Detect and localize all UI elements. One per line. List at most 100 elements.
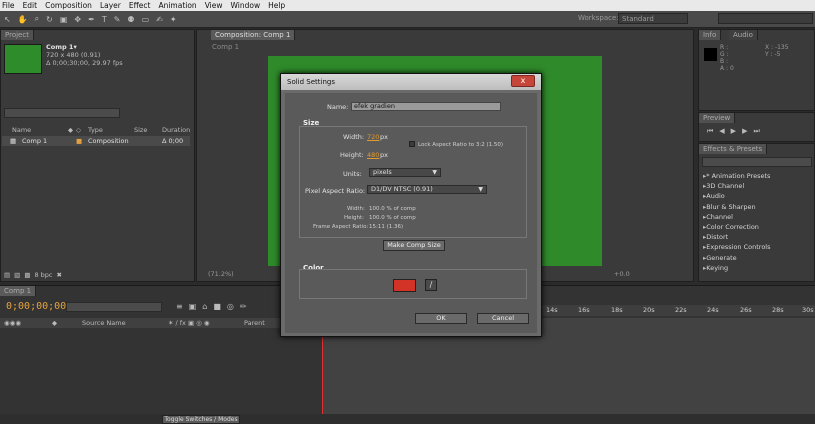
width-value[interactable]: 720: [367, 133, 379, 141]
current-time-display[interactable]: 0;00;00;00: [6, 301, 66, 312]
effect-category[interactable]: Distort: [700, 232, 813, 242]
layer-switches-icons: ✶ ∕ fx ▣ ◎ ◉: [168, 319, 210, 327]
effect-category[interactable]: Expression Controls: [700, 242, 813, 252]
menu-view[interactable]: View: [205, 1, 223, 10]
ok-button[interactable]: OK: [415, 313, 467, 324]
comp-thumbnail: [4, 44, 42, 74]
workspace-select[interactable]: Standard: [618, 13, 688, 24]
effect-category[interactable]: Color Correction: [700, 222, 813, 232]
project-item-comp-1[interactable]: ▦ Comp 1 ■ Composition Δ 0;00: [2, 136, 190, 146]
frame-aspect-value: 15:11 (1.36): [369, 224, 404, 230]
ruler-tick: 30s: [802, 306, 814, 314]
effect-category[interactable]: Channel: [700, 212, 813, 222]
new-folder-icon[interactable]: ▧: [14, 271, 20, 279]
close-button[interactable]: x: [511, 75, 535, 87]
eraser-tool-icon[interactable]: ▭: [142, 15, 150, 24]
col-duration[interactable]: Duration: [162, 126, 190, 134]
camera-tool-icon[interactable]: ▣: [60, 15, 68, 24]
preview-controls[interactable]: ⏮◀▶▶⏭: [707, 127, 766, 136]
col-type[interactable]: Type: [88, 126, 103, 134]
comp-breadcrumb[interactable]: Comp 1: [212, 43, 239, 51]
zoom-tool-icon[interactable]: ⌕: [35, 14, 39, 24]
col-size[interactable]: Size: [134, 126, 147, 134]
effect-category[interactable]: * Animation Presets: [700, 171, 813, 181]
solid-settings-dialog: Solid Settings x Name: efek gradien Size…: [280, 73, 542, 337]
timeline-search-input[interactable]: [66, 302, 162, 312]
text-tool-icon[interactable]: T: [102, 15, 107, 24]
workspace-label: Workspace:: [578, 14, 619, 22]
ruler-tick: 24s: [707, 306, 719, 314]
col-name[interactable]: Name: [12, 126, 31, 134]
hand-tool-icon[interactable]: ✋: [18, 15, 28, 24]
rotate-tool-icon[interactable]: ↻: [46, 15, 53, 24]
tab-composition[interactable]: Composition: Comp 1: [211, 30, 296, 40]
interpret-footage-icon[interactable]: ▤: [4, 271, 10, 279]
col-parent[interactable]: Parent: [244, 319, 265, 327]
effect-category[interactable]: Audio: [700, 191, 813, 201]
tab-project[interactable]: Project: [1, 30, 34, 40]
make-comp-size-button[interactable]: Make Comp Size: [383, 240, 445, 251]
roto-tool-icon[interactable]: ✍: [156, 15, 163, 24]
tab-audio[interactable]: Audio: [729, 30, 758, 40]
effect-category[interactable]: Blur & Sharpen: [700, 202, 813, 212]
tab-timeline-comp-1[interactable]: Comp 1: [0, 286, 37, 296]
menu-edit[interactable]: Edit: [23, 1, 38, 10]
tag-icon: ◇: [76, 126, 81, 134]
dialog-body: Name: efek gradien Size Width: 720 px Lo…: [285, 93, 537, 333]
help-search-input[interactable]: [718, 13, 813, 24]
new-comp-icon[interactable]: ▩: [24, 271, 30, 279]
menu-effect[interactable]: Effect: [129, 1, 151, 10]
trash-icon[interactable]: ✖: [57, 271, 62, 279]
comp-name: Comp 1▾: [46, 43, 77, 51]
comp-height-value: 100.0 % of comp: [369, 215, 416, 221]
item-name: Comp 1: [22, 137, 48, 145]
ruler-tick: 28s: [772, 306, 784, 314]
brush-tool-icon[interactable]: ✎: [114, 15, 121, 24]
timeline-switches[interactable]: ≡▣⌂■◎✏: [176, 302, 253, 311]
info-xy: X : -135 Y : -5: [765, 44, 789, 58]
effect-category[interactable]: 3D Channel: [700, 181, 813, 191]
dialog-title: Solid Settings: [281, 74, 541, 90]
tab-effects-presets[interactable]: Effects & Presets: [699, 144, 768, 154]
eyedropper-icon[interactable]: ∕: [425, 279, 437, 291]
solid-color-swatch[interactable]: [393, 279, 416, 292]
col-source-name[interactable]: Source Name: [82, 319, 126, 327]
tab-info[interactable]: Info: [699, 30, 722, 40]
tab-preview[interactable]: Preview: [699, 113, 736, 123]
effects-search-input[interactable]: [702, 157, 812, 167]
solid-name-input[interactable]: efek gradien: [351, 102, 501, 111]
exposure-value[interactable]: +0.0: [614, 270, 630, 278]
pixel-aspect-select[interactable]: D1/DV NTSC (0.91) ▼: [367, 185, 487, 194]
menu-file[interactable]: File: [2, 1, 15, 10]
ruler-tick: 14s: [546, 306, 558, 314]
menu-help[interactable]: Help: [268, 1, 285, 10]
bit-depth-label[interactable]: 8 bpc: [34, 271, 52, 279]
effect-category[interactable]: Generate: [700, 253, 813, 263]
pan-behind-tool-icon[interactable]: ✥: [74, 15, 81, 24]
item-type: Composition: [88, 137, 129, 145]
puppet-tool-icon[interactable]: ✦: [170, 15, 177, 24]
height-value[interactable]: 480: [367, 151, 379, 159]
pen-tool-icon[interactable]: ✒: [88, 15, 95, 24]
menu-window[interactable]: Window: [231, 1, 261, 10]
height-label: Height:: [340, 151, 364, 159]
menu-animation[interactable]: Animation: [158, 1, 196, 10]
menu-layer[interactable]: Layer: [100, 1, 121, 10]
comp-width-label: Width:: [347, 206, 365, 212]
label-col-icon: ◆: [52, 319, 57, 327]
zoom-select[interactable]: (71.2%): [208, 270, 234, 278]
chevron-down-icon: ▼: [478, 186, 483, 193]
units-label: Units:: [343, 170, 362, 178]
lock-aspect-checkbox[interactable]: [409, 141, 415, 147]
project-search-input[interactable]: [4, 108, 120, 118]
units-select[interactable]: pixels ▼: [369, 168, 441, 177]
ruler-tick: 18s: [611, 306, 623, 314]
toggle-switches-modes-button[interactable]: Toggle Switches / Modes: [162, 415, 240, 424]
menu-composition[interactable]: Composition: [45, 1, 92, 10]
effect-category[interactable]: Keying: [700, 263, 813, 273]
width-unit: px: [380, 133, 388, 141]
cancel-button[interactable]: Cancel: [477, 313, 529, 324]
clone-tool-icon[interactable]: ⚉: [127, 15, 134, 24]
info-y: Y : -5: [765, 51, 781, 58]
selection-tool-icon[interactable]: ↖: [4, 15, 11, 24]
